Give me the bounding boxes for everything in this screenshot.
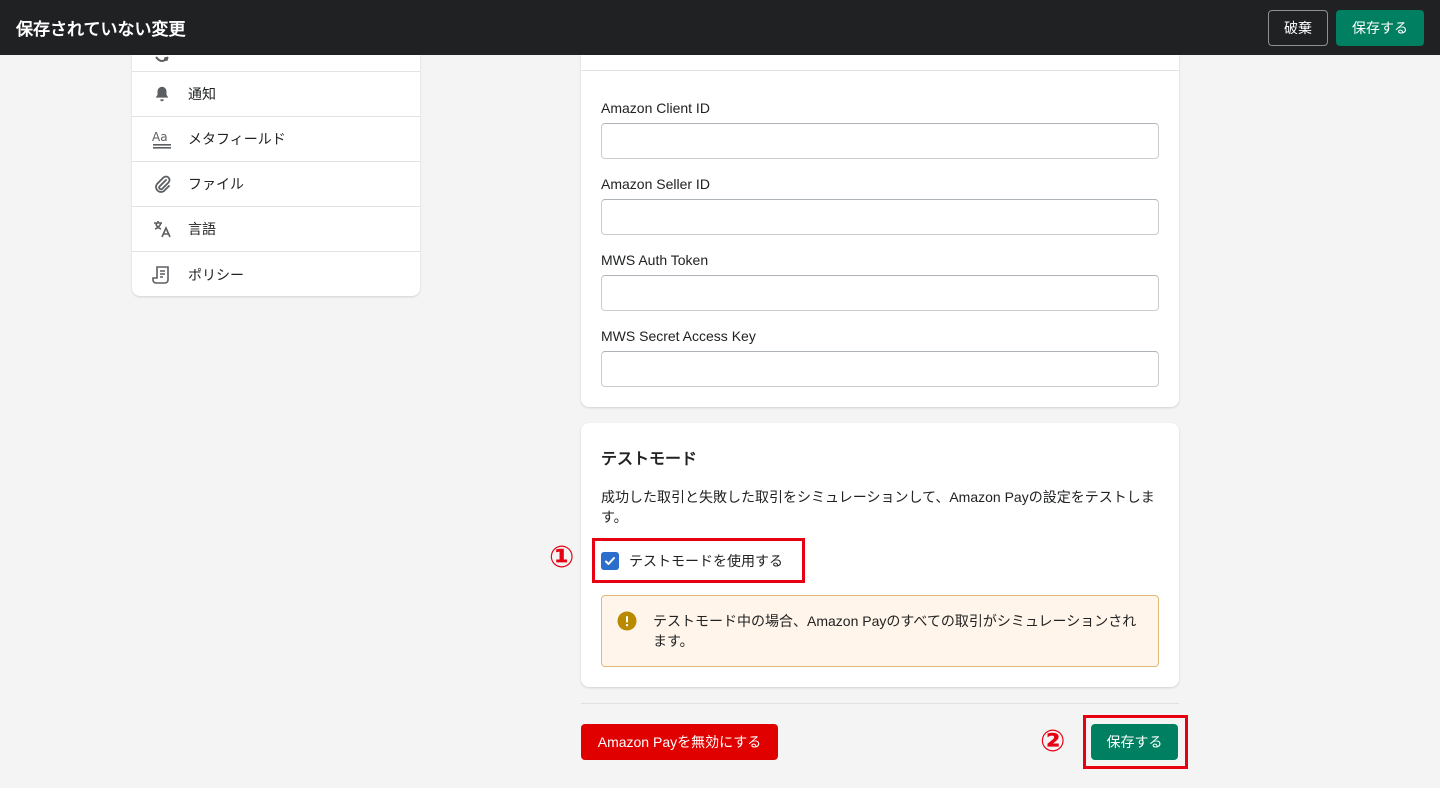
warning-banner: テストモード中の場合、Amazon Payのすべての取引がシミュレーションされま…: [601, 595, 1159, 667]
warning-icon: [617, 611, 637, 636]
secret-key-label: MWS Secret Access Key: [601, 328, 756, 344]
sidebar-item-label: 通知: [188, 86, 216, 102]
discard-button[interactable]: 破棄: [1268, 9, 1328, 46]
test-mode-title: テストモード: [601, 451, 698, 468]
topbar-actions: 破棄 保存する: [1268, 9, 1424, 46]
client-id-label: Amazon Client ID: [601, 100, 710, 116]
client-id-input[interactable]: [601, 123, 1159, 159]
auth-token-label: MWS Auth Token: [601, 252, 709, 268]
bell-icon: [152, 84, 172, 104]
card-divider: [581, 70, 1179, 71]
sidebar-item-policies[interactable]: ポリシー: [132, 252, 420, 296]
sidebar-item-files[interactable]: ファイル: [132, 162, 420, 207]
annotation-number-2: ②: [1040, 724, 1066, 759]
seller-id-label: Amazon Seller ID: [601, 176, 710, 192]
sidebar-item-metafields[interactable]: Aa メタフィールド: [132, 117, 420, 162]
warning-banner-text: テストモード中の場合、Amazon Payのすべての取引がシミュレーションされま…: [653, 613, 1137, 649]
unsaved-changes-title: 保存されていない変更: [16, 20, 186, 39]
test-mode-description: 成功した取引と失敗した取引をシミュレーションして、Amazon Payの設定をテ…: [601, 489, 1155, 525]
settings-sidebar: 通知 Aa メタフィールド ファイル 言語 ポリシー: [132, 55, 420, 296]
annotation-number-1: ①: [549, 540, 575, 575]
unsaved-changes-bar: 保存されていない変更 破棄 保存する: [0, 0, 1440, 55]
seller-id-input[interactable]: [601, 199, 1159, 235]
disable-amazon-pay-button[interactable]: Amazon Payを無効にする: [581, 724, 778, 760]
sidebar-item-label: ファイル: [188, 176, 244, 192]
sidebar-item-notifications[interactable]: 通知: [132, 72, 420, 117]
metafields-icon: Aa: [152, 129, 172, 149]
sidebar-item-partial[interactable]: [132, 55, 420, 72]
partial-icon: [155, 56, 169, 62]
save-button-top[interactable]: 保存する: [1336, 9, 1424, 46]
svg-text:Aa: Aa: [152, 130, 168, 144]
annotation-box-2: [1083, 715, 1188, 769]
footer-divider: [581, 703, 1179, 704]
annotation-box-1: [592, 538, 805, 583]
sidebar-item-label: 言語: [188, 221, 216, 237]
paperclip-icon: [152, 174, 172, 194]
credentials-card: Amazon Client ID Amazon Seller ID MWS Au…: [581, 55, 1179, 407]
policy-icon: [152, 265, 172, 285]
auth-token-input[interactable]: [601, 275, 1159, 311]
translate-icon: [152, 219, 172, 239]
secret-key-input[interactable]: [601, 351, 1159, 387]
sidebar-item-label: ポリシー: [188, 266, 244, 283]
sidebar-item-languages[interactable]: 言語: [132, 207, 420, 252]
sidebar-item-label: メタフィールド: [188, 131, 286, 147]
